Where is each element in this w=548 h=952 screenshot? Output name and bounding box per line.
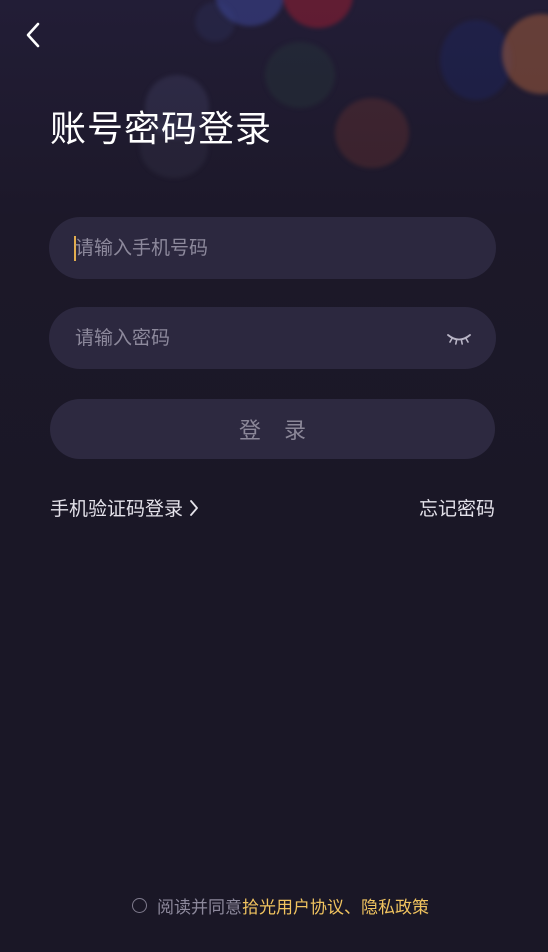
page-title: 账号密码登录: [50, 109, 273, 150]
phone-input[interactable]: [75, 217, 435, 279]
bokeh-light: [440, 20, 512, 100]
bokeh-light: [195, 2, 235, 42]
bokeh-light: [335, 98, 409, 168]
privacy-policy-link[interactable]: 隐私政策: [361, 893, 429, 918]
chevron-right-icon: [189, 499, 199, 517]
login-screen: 账号密码登录 登 录 手机验证码登录 忘记密码 阅读并同意 拾光用户协: [0, 0, 548, 952]
agreement-prefix: 阅读并同意: [157, 898, 242, 918]
bokeh-light: [283, 0, 353, 28]
chevron-left-icon: [26, 22, 40, 48]
sms-login-link[interactable]: 手机验证码登录: [50, 494, 199, 521]
bokeh-light: [265, 42, 335, 108]
user-agreement-link[interactable]: 拾光用户协议: [242, 893, 344, 918]
bokeh-light: [215, 0, 285, 26]
password-field[interactable]: [49, 307, 496, 369]
eye-closed-icon: [447, 334, 471, 345]
back-button[interactable]: [16, 18, 50, 52]
bokeh-light: [502, 14, 548, 94]
login-button[interactable]: 登 录: [50, 399, 495, 459]
sms-login-label: 手机验证码登录: [50, 498, 184, 520]
agreement-row: 阅读并同意 拾光用户协议 、 隐私政策: [132, 893, 429, 918]
forgot-password-link[interactable]: 忘记密码: [419, 494, 495, 521]
phone-field[interactable]: [49, 217, 496, 279]
password-visibility-toggle[interactable]: [446, 327, 472, 349]
password-input[interactable]: [75, 307, 435, 369]
agreement-checkbox[interactable]: [132, 898, 147, 913]
agreement-separator: 、: [344, 898, 361, 918]
